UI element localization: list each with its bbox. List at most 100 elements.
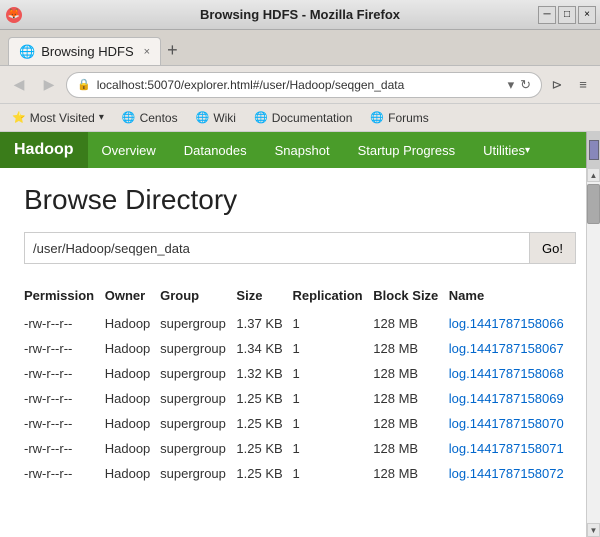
bookmark-documentation-label: Documentation xyxy=(272,111,353,125)
forward-button[interactable]: ▶ xyxy=(36,72,62,98)
file-link[interactable]: log.1441787158071 xyxy=(449,441,564,456)
bookmark-documentation[interactable]: 🌐 Documentation xyxy=(246,109,360,127)
nav-utilities[interactable]: Utilities xyxy=(469,132,544,168)
cell-owner: Hadoop xyxy=(105,436,160,461)
window-titlebar: 🦊 Browsing HDFS - Mozilla Firefox ─ □ × xyxy=(0,0,600,30)
cell-owner: Hadoop xyxy=(105,461,160,486)
scroll-down-arrow[interactable]: ▼ xyxy=(587,523,600,537)
bookmark-forums[interactable]: 🌐 Forums xyxy=(362,109,436,127)
bookmark-wiki[interactable]: 🌐 Wiki xyxy=(188,109,244,127)
cell-replication: 1 xyxy=(293,386,374,411)
wiki-icon: 🌐 xyxy=(196,111,210,124)
file-link[interactable]: log.1441787158070 xyxy=(449,416,564,431)
back-button[interactable]: ◀ xyxy=(6,72,32,98)
bookmark-most-visited[interactable]: ⭐ Most Visited ▾ xyxy=(4,109,112,127)
path-input[interactable] xyxy=(25,233,529,263)
cell-size: 1.34 KB xyxy=(236,336,292,361)
cell-permission: -rw-r--r-- xyxy=(24,461,105,486)
bookmark-wiki-label: Wiki xyxy=(213,111,236,125)
cell-size: 1.25 KB xyxy=(236,461,292,486)
cell-group: supergroup xyxy=(160,411,236,436)
col-block-size: Block Size xyxy=(373,284,449,311)
dropdown-arrow[interactable]: ▾ xyxy=(508,77,515,93)
most-visited-icon: ⭐ xyxy=(12,111,26,124)
refresh-button[interactable]: ↻ xyxy=(520,77,531,93)
cell-block-size: 128 MB xyxy=(373,311,449,336)
cell-block-size: 128 MB xyxy=(373,436,449,461)
file-link[interactable]: log.1441787158072 xyxy=(449,466,564,481)
menu-button[interactable]: ≡ xyxy=(572,74,594,96)
cell-name[interactable]: log.1441787158070 xyxy=(449,411,576,436)
file-link[interactable]: log.1441787158067 xyxy=(449,341,564,356)
cell-block-size: 128 MB xyxy=(373,411,449,436)
cell-name[interactable]: log.1441787158068 xyxy=(449,361,576,386)
page-body: Browse Directory Go! Permission Owner Gr… xyxy=(0,168,600,537)
window-controls: ─ □ × xyxy=(538,6,596,24)
expand-button[interactable]: ⊳ xyxy=(546,74,568,96)
cell-replication: 1 xyxy=(293,461,374,486)
nav-startup-progress[interactable]: Startup Progress xyxy=(344,132,470,168)
tab-label: Browsing HDFS xyxy=(41,44,133,59)
file-link[interactable]: log.1441787158069 xyxy=(449,391,564,406)
table-row: -rw-r--r-- Hadoop supergroup 1.37 KB 1 1… xyxy=(24,311,576,336)
cell-name[interactable]: log.1441787158072 xyxy=(449,461,576,486)
nav-overview[interactable]: Overview xyxy=(88,132,170,168)
table-row: -rw-r--r-- Hadoop supergroup 1.25 KB 1 1… xyxy=(24,436,576,461)
new-tab-button[interactable]: + xyxy=(167,40,178,65)
cell-permission: -rw-r--r-- xyxy=(24,386,105,411)
col-group: Group xyxy=(160,284,236,311)
bookmark-forums-label: Forums xyxy=(388,111,429,125)
scroll-up-arrow[interactable]: ▲ xyxy=(587,168,600,182)
most-visited-arrow: ▾ xyxy=(99,112,104,123)
cell-block-size: 128 MB xyxy=(373,336,449,361)
tab-favicon: 🌐 xyxy=(19,44,35,60)
address-bar[interactable]: 🔒 localhost:50070/explorer.html#/user/Ha… xyxy=(66,72,542,98)
cell-group: supergroup xyxy=(160,436,236,461)
minimize-button[interactable]: ─ xyxy=(538,6,556,24)
nav-snapshot[interactable]: Snapshot xyxy=(261,132,344,168)
tab-close-button[interactable]: × xyxy=(144,46,150,58)
cell-group: supergroup xyxy=(160,311,236,336)
centos-icon: 🌐 xyxy=(122,111,136,124)
nav-datanodes[interactable]: Datanodes xyxy=(170,132,261,168)
file-link[interactable]: log.1441787158068 xyxy=(449,366,564,381)
cell-permission: -rw-r--r-- xyxy=(24,436,105,461)
page-scrollbar[interactable]: ▲ ▼ xyxy=(586,168,600,537)
cell-name[interactable]: log.1441787158066 xyxy=(449,311,576,336)
cell-permission: -rw-r--r-- xyxy=(24,411,105,436)
url-display: localhost:50070/explorer.html#/user/Hado… xyxy=(97,78,502,92)
bookmarks-bar: ⭐ Most Visited ▾ 🌐 Centos 🌐 Wiki 🌐 Docum… xyxy=(0,104,600,132)
cell-name[interactable]: log.1441787158069 xyxy=(449,386,576,411)
navigation-bar: ◀ ▶ 🔒 localhost:50070/explorer.html#/use… xyxy=(0,66,600,104)
path-bar: Go! xyxy=(24,232,576,264)
cell-size: 1.32 KB xyxy=(236,361,292,386)
hadoop-navbar: Hadoop Overview Datanodes Snapshot Start… xyxy=(0,132,600,168)
cell-name[interactable]: log.1441787158067 xyxy=(449,336,576,361)
cell-owner: Hadoop xyxy=(105,336,160,361)
cell-replication: 1 xyxy=(293,411,374,436)
col-permission: Permission xyxy=(24,284,105,311)
cell-replication: 1 xyxy=(293,336,374,361)
close-window-button[interactable]: × xyxy=(578,6,596,24)
cell-name[interactable]: log.1441787158071 xyxy=(449,436,576,461)
cell-permission: -rw-r--r-- xyxy=(24,336,105,361)
address-icon: 🔒 xyxy=(77,78,91,91)
cell-size: 1.37 KB xyxy=(236,311,292,336)
maximize-button[interactable]: □ xyxy=(558,6,576,24)
table-row: -rw-r--r-- Hadoop supergroup 1.25 KB 1 1… xyxy=(24,386,576,411)
scroll-thumb[interactable] xyxy=(587,184,600,224)
file-link[interactable]: log.1441787158066 xyxy=(449,316,564,331)
col-owner: Owner xyxy=(105,284,160,311)
table-row: -rw-r--r-- Hadoop supergroup 1.32 KB 1 1… xyxy=(24,361,576,386)
cell-size: 1.25 KB xyxy=(236,411,292,436)
directory-table: Permission Owner Group Size Replication … xyxy=(24,284,576,486)
col-name: Name xyxy=(449,284,576,311)
go-button[interactable]: Go! xyxy=(529,233,575,263)
cell-owner: Hadoop xyxy=(105,311,160,336)
cell-replication: 1 xyxy=(293,436,374,461)
table-row: -rw-r--r-- Hadoop supergroup 1.34 KB 1 1… xyxy=(24,336,576,361)
page-content: Hadoop Overview Datanodes Snapshot Start… xyxy=(0,132,600,537)
active-tab[interactable]: 🌐 Browsing HDFS × xyxy=(8,37,161,65)
bookmark-centos[interactable]: 🌐 Centos xyxy=(114,109,186,127)
bookmark-centos-label: Centos xyxy=(140,111,178,125)
